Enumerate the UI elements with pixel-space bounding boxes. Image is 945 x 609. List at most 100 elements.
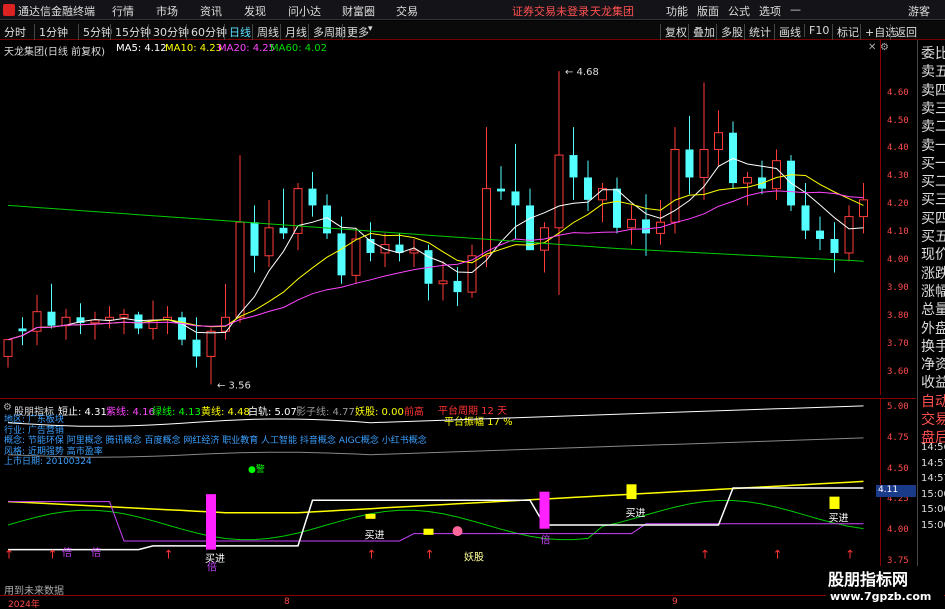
period-tab[interactable]: 1分钟 <box>34 24 68 40</box>
candle-body <box>192 339 201 357</box>
tick-time: 15:00 <box>921 504 945 515</box>
menu-options[interactable]: 选项 <box>759 3 781 19</box>
tool-button[interactable]: 复权 <box>660 24 687 40</box>
signal-bar <box>206 494 216 550</box>
candle-body <box>178 317 186 340</box>
date-label: 2024年 <box>8 600 40 609</box>
tool-button[interactable]: 多股 <box>716 24 743 40</box>
menu-discover[interactable]: 发现 <box>244 3 266 19</box>
quote-panel-item: 买三 <box>921 192 945 209</box>
price-tick: 3.60 <box>887 367 909 378</box>
menu-trade[interactable]: 交易 <box>396 3 418 19</box>
ma60-label: MA60: 4.02 <box>270 43 328 54</box>
period-tab[interactable]: 30分钟 <box>148 24 189 40</box>
candle-body <box>90 319 100 324</box>
candle-body <box>32 311 42 332</box>
candle-body <box>772 160 781 190</box>
candle-body <box>497 188 505 192</box>
candle-body <box>844 216 854 254</box>
price-tick: 3.70 <box>887 339 909 350</box>
tool-button[interactable]: 标记 <box>832 24 859 40</box>
period-tab[interactable]: 15分钟 <box>110 24 151 40</box>
shadow-line <box>7 437 864 458</box>
quote-panel-item: 净资 <box>921 357 945 374</box>
menu-quotes[interactable]: 行情 <box>112 3 134 19</box>
minimize-icon[interactable]: — <box>790 3 801 16</box>
candle-body <box>134 314 143 329</box>
ma20-label: MA20: 4.25 <box>218 43 276 54</box>
candlestick-chart[interactable]: ← 4.68← 3.56 <box>0 55 880 395</box>
candle-body <box>670 148 680 223</box>
period-tab[interactable]: 周线 <box>252 24 279 40</box>
menu-news[interactable]: 资讯 <box>200 3 222 19</box>
candle-body <box>206 330 216 357</box>
candle-body <box>569 155 578 178</box>
back-button[interactable]: 返回 <box>890 24 917 40</box>
period-tab[interactable]: 60分钟 <box>186 24 227 40</box>
user-label[interactable]: 游客 <box>908 3 930 19</box>
double-signal-label: 倍 <box>91 546 101 559</box>
period-tab[interactable]: 多周期 <box>308 24 346 40</box>
signal-bar-yellow <box>423 528 434 535</box>
price-tick: 4.00 <box>887 255 909 266</box>
quote-panel-item: 收益 <box>921 375 945 392</box>
ma-line-MA60 <box>7 204 864 262</box>
quote-panel-item: 委比 <box>921 46 945 62</box>
tool-button[interactable]: 画线 <box>774 24 801 40</box>
buy-arrow-icon: ↑ <box>4 547 14 561</box>
chevron-down-icon[interactable]: ▾ <box>368 24 373 34</box>
candle-body <box>801 205 810 231</box>
buy-arrow-icon: ↑ <box>367 547 377 561</box>
menu-layout[interactable]: 版面 <box>697 3 719 19</box>
tool-button[interactable]: 统计 <box>744 24 771 40</box>
menu-ask[interactable]: 问小达 <box>288 3 321 19</box>
indicator-tick: 4.50 <box>887 463 909 474</box>
tool-button[interactable]: F10 <box>804 24 829 37</box>
indicator-tick: 5.00 <box>887 401 909 412</box>
buy-arrow-icon: ↑ <box>773 547 783 561</box>
quote-panel-item: 卖四 <box>921 82 945 99</box>
quote-panel-item: 买五 <box>921 229 945 245</box>
stock-name: 天龙集团 <box>590 5 634 18</box>
price-tick: 4.50 <box>887 115 909 126</box>
menu-market[interactable]: 市场 <box>156 3 178 19</box>
indicator-chart[interactable]: ↑ ↑ ↑ ↑ ↑ ↑ ↑ ↑买进买进买进 买进妖股倍 倍倍倍●警 <box>0 380 880 595</box>
white-rail-line <box>7 405 864 427</box>
ma5-label: MA5: 4.12 <box>116 43 167 54</box>
tick-time: 14:57 <box>921 473 945 484</box>
quote-panel-item: 卖一 <box>921 137 945 154</box>
menu-function[interactable]: 功能 <box>666 3 688 19</box>
quote-panel-item: 涨幅 <box>921 283 945 300</box>
buy-signal-label: 买进 <box>365 530 385 542</box>
tool-button[interactable]: 叠加 <box>688 24 715 40</box>
tick-time: 14:57 <box>921 457 945 469</box>
more-dropdown[interactable]: 更多 <box>342 24 369 40</box>
high-price-label: ← 4.68 <box>565 67 599 78</box>
login-notice[interactable]: 证券交易未登录 <box>512 3 589 19</box>
candle-body <box>351 238 361 276</box>
candle-body <box>830 238 839 253</box>
menu-formula[interactable]: 公式 <box>728 3 750 19</box>
quote-panel-item[interactable]: 自动 <box>921 391 945 411</box>
close-icon[interactable]: ✕ <box>868 42 876 53</box>
app-title: 通达信金融终端 <box>18 5 95 18</box>
indicator-tick: 3.75 <box>887 555 909 566</box>
candle-body <box>235 221 245 318</box>
candle-body <box>3 339 13 357</box>
candle-body <box>685 149 694 178</box>
candle-body <box>293 188 303 234</box>
short-stop-line <box>8 487 864 551</box>
period-tab[interactable]: 分时 <box>4 24 26 40</box>
period-tab[interactable]: 5分钟 <box>78 24 112 40</box>
menu-wealth[interactable]: 财富圈 <box>342 3 375 19</box>
buy-arrow-icon: ↑ <box>700 547 710 561</box>
candle-body <box>250 222 259 256</box>
period-tab[interactable]: 月线 <box>280 24 307 40</box>
period-tab-active[interactable]: 日线 <box>224 24 251 40</box>
quote-side-panel: 委比 卖五 卖四 卖三 卖二 卖一 买一 买二 买三 买四 买五 现价 涨跌 涨幅 总量 外盘 换手 净资 收益 自动… <box>917 40 945 575</box>
signal-bar-yellow <box>626 484 637 500</box>
quote-panel-item: 外盘 <box>921 320 945 337</box>
candle-body <box>337 233 346 276</box>
candle-body <box>264 227 274 257</box>
quote-panel-item[interactable]: 交易 <box>921 409 945 429</box>
